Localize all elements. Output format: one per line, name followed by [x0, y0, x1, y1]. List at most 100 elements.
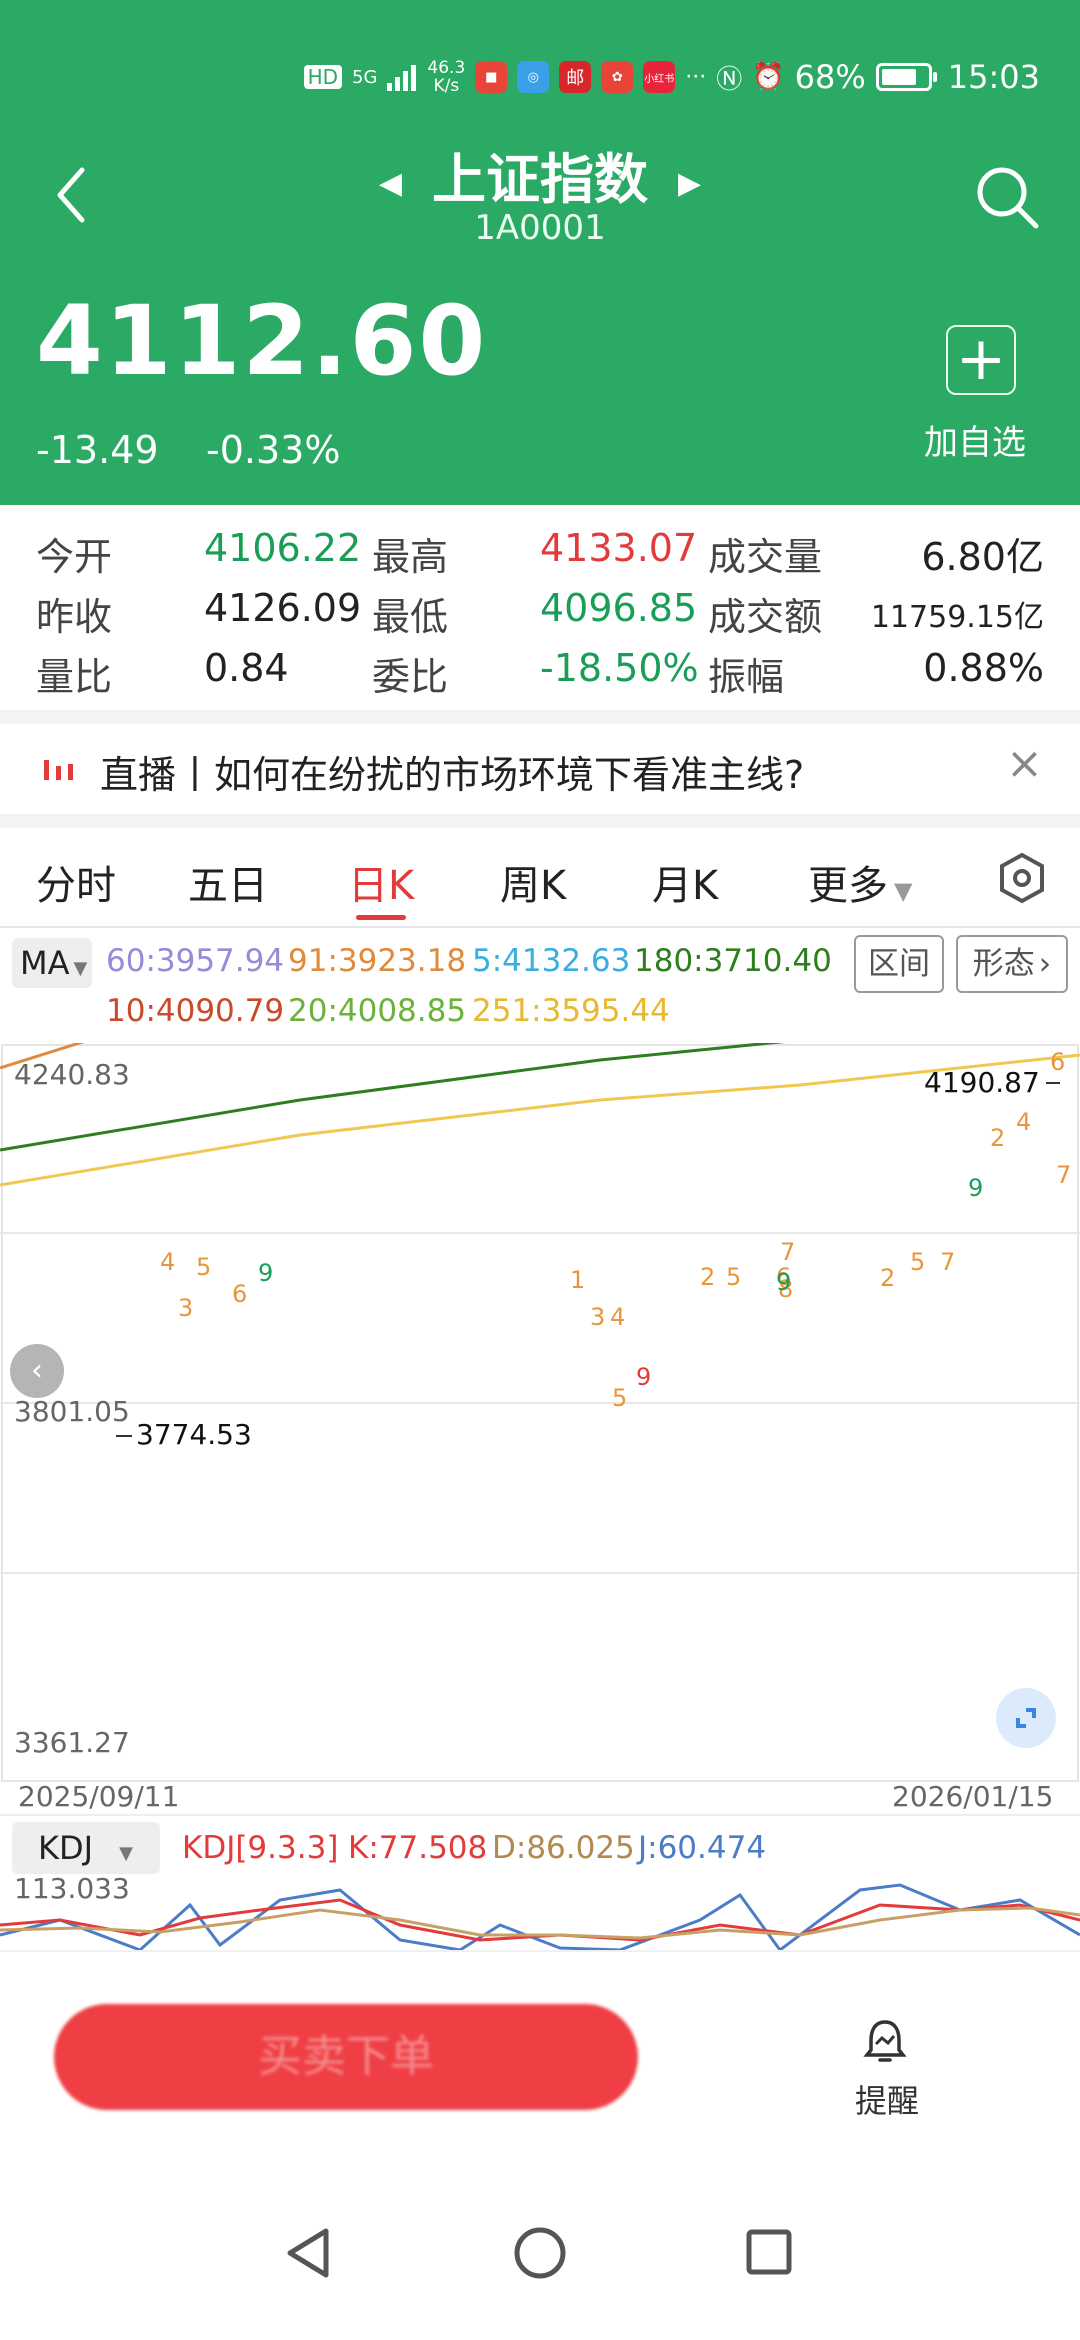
trade-button[interactable]: 买卖下单 [54, 2004, 638, 2110]
title-row: ◀ 上证指数 ▶ [0, 135, 1080, 214]
ma60-value: 60:3957.94 [106, 943, 285, 979]
price-change-percent: -0.33% [206, 428, 341, 472]
expand-icon [1016, 1708, 1036, 1728]
divider [0, 926, 1080, 928]
td-signal-digit: 6 [232, 1280, 247, 1308]
tab-five-day[interactable]: 五日 [188, 853, 268, 911]
net-speed: 46.3 K/s [427, 58, 466, 96]
divider [0, 710, 1080, 724]
divider [0, 814, 1080, 828]
tab-daily-k[interactable]: 日K [348, 853, 414, 911]
alert-bell-icon[interactable] [862, 2018, 908, 2064]
td-signal-digit: 4 [160, 1248, 175, 1276]
battery-icon [875, 63, 937, 91]
system-nav-bar [287, 2227, 792, 2279]
hd-indicator: HD [303, 65, 343, 89]
kdj-k-value: K:77.508 [348, 1830, 488, 1866]
search-icon[interactable] [972, 162, 1042, 232]
live-bars-icon [44, 760, 73, 780]
td-signal-digit: 2 [700, 1263, 715, 1291]
active-tab-indicator [356, 915, 406, 920]
more-dots-icon: ··· [685, 64, 707, 90]
low-marker-label: 3774.53 [136, 1418, 252, 1451]
td-signal-digit: 9 [636, 1363, 651, 1391]
td-signal-digit: 3 [590, 1303, 605, 1331]
live-banner-text[interactable]: 直播丨如何在纷扰的市场环境下看准主线? [100, 744, 804, 799]
kline-chart[interactable]: 4 569313 4592 5 6789 25 792467 [0, 1043, 1080, 1783]
chart-frame [1, 1044, 1079, 1782]
alert-label[interactable]: 提醒 [855, 2076, 919, 2122]
y-axis-mid-label: 3801.05 [14, 1395, 130, 1428]
pattern-button[interactable]: 形态 › [956, 935, 1068, 993]
close-icon[interactable]: × [1006, 738, 1043, 789]
td-signal-digit: 4 [610, 1303, 625, 1331]
stat-value: 0.84 [204, 646, 289, 690]
stat-label: 量比 [36, 655, 113, 699]
ma91-value: 91:3923.18 [288, 943, 467, 979]
stat-value: 4133.07 [540, 526, 698, 570]
tab-intraday[interactable]: 分时 [36, 853, 116, 911]
nav-recent-icon[interactable] [746, 2229, 792, 2275]
tab-more[interactable]: 更多 ▼ [808, 853, 912, 911]
battery-percent: 68% [794, 58, 866, 96]
x-axis-start-label: 2025/09/11 [18, 1780, 180, 1813]
x-axis-end-label: 2026/01/15 [892, 1780, 1054, 1813]
td-signal-digit: 7 [940, 1248, 955, 1276]
add-watchlist-label[interactable]: 加自选 [924, 415, 1026, 464]
divider [0, 1814, 1080, 1816]
kdj-selector[interactable]: KDJ ▼ [12, 1822, 160, 1874]
td-signal-digit: 5 [196, 1253, 211, 1281]
td-signal-digit: 4 [1016, 1108, 1031, 1136]
ma180-value: 180:3710.40 [634, 943, 832, 979]
td-signal-digit: 9 [258, 1259, 273, 1287]
stat-value: 11759.15亿 [870, 600, 1044, 635]
stock-code: 1A0001 [474, 208, 606, 248]
td-signal-digit: 2 [990, 1124, 1005, 1152]
td-signal-digit: 7 [1056, 1161, 1071, 1189]
chevron-down-icon: ▼ [894, 877, 913, 905]
kdj-j-value: J:60.474 [638, 1830, 767, 1866]
stat-value: 0.88% [923, 646, 1044, 690]
huawei-icon: ■ [475, 61, 508, 93]
stat-label: 最低 [372, 595, 449, 639]
kdj-chart [0, 1883, 1080, 1950]
td-signal-digit: 5 [612, 1384, 627, 1412]
signal-indicator: 5G [352, 66, 378, 88]
kdj-params: KDJ[9.3.3] [182, 1830, 339, 1866]
td-signal-digit: 1 [570, 1266, 585, 1294]
add-watchlist-button[interactable]: + [946, 325, 1016, 395]
dianping-icon: ✿ [601, 61, 634, 93]
status-bar: HD 5G 46.3 K/s ■ ◎ 邮 ✿ 小红书 ··· Ⓝ ⏰ 68% 15… [303, 52, 1040, 102]
td-signal-digit: 9 [968, 1174, 983, 1202]
td-signal-digit: 7 [780, 1238, 795, 1266]
price-change: -13.49 [36, 428, 159, 472]
ma91-line [0, 1043, 85, 1070]
prev-stock-icon[interactable]: ◀ [379, 166, 402, 201]
ma-selector[interactable]: MA ▼ [12, 938, 92, 988]
settings-hexagon-icon[interactable] [998, 852, 1046, 904]
ma10-value: 10:4090.79 [106, 993, 285, 1029]
td-signal-digit: 2 [880, 1264, 895, 1292]
range-button[interactable]: 区间 [854, 935, 944, 993]
stat-label: 委比 [372, 655, 449, 699]
stat-label: 成交额 [708, 595, 823, 639]
current-price: 4112.60 [36, 285, 488, 397]
page-title: 上证指数 [432, 148, 648, 211]
stat-label: 昨收 [36, 595, 113, 639]
xiaohongshu-icon: 小红书 [643, 61, 676, 93]
post-icon: 邮 [559, 61, 592, 93]
tab-monthly-k[interactable]: 月K [652, 853, 718, 911]
stat-value: 4096.85 [540, 586, 698, 630]
ma20-value: 20:4008.85 [288, 993, 467, 1029]
tab-weekly-k[interactable]: 周K [500, 853, 566, 911]
stat-value: -18.50% [540, 646, 699, 690]
clock: 15:03 [947, 58, 1040, 96]
td-signal-digit: 3 [178, 1294, 193, 1322]
fullscreen-button[interactable] [996, 1688, 1056, 1748]
scroll-left-button[interactable]: ‹ [10, 1344, 64, 1398]
td-signal-digit: 5 [726, 1263, 741, 1291]
stat-value: 6.80亿 [921, 535, 1044, 579]
nav-home-icon[interactable] [514, 2227, 566, 2279]
nav-back-icon[interactable] [287, 2228, 329, 2278]
next-stock-icon[interactable]: ▶ [678, 166, 701, 201]
